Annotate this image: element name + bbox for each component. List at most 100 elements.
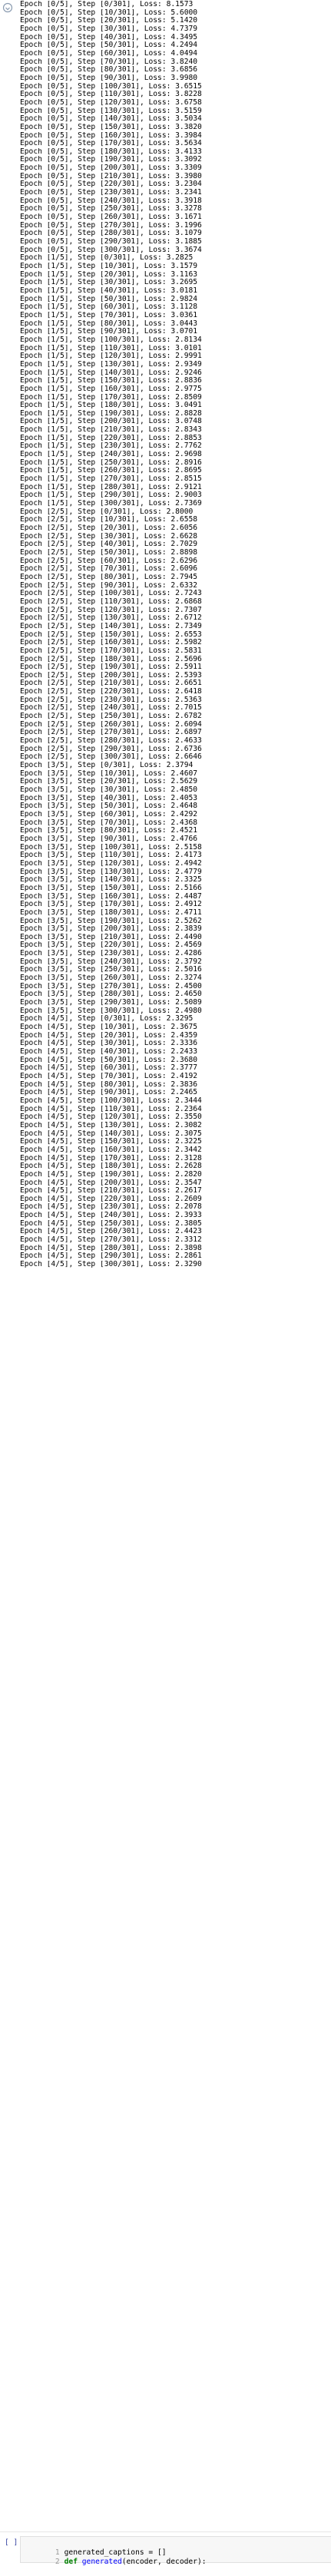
log-line: Epoch [1/5], Step [80/301], Loss: 3.0443	[20, 319, 198, 328]
log-line: Epoch [4/5], Step [210/301], Loss: 2.261…	[20, 1187, 202, 1195]
log-line: Epoch [4/5], Step [140/301], Loss: 2.307…	[20, 1129, 202, 1138]
log-line: Epoch [0/5], Step [140/301], Loss: 3.503…	[20, 115, 202, 124]
log-line: Epoch [0/5], Step [10/301], Loss: 5.6000	[20, 8, 198, 17]
log-line: Epoch [4/5], Step [160/301], Loss: 2.344…	[20, 1146, 202, 1154]
log-line: Epoch [1/5], Step [100/301], Loss: 2.813…	[20, 336, 202, 344]
log-line: Epoch [2/5], Step [130/301], Loss: 2.671…	[20, 614, 202, 623]
log-line: Epoch [3/5], Step [300/301], Loss: 2.498…	[20, 1007, 202, 1015]
log-line: Epoch [4/5], Step [80/301], Loss: 2.3836	[20, 1080, 198, 1089]
log-line: Epoch [1/5], Step [180/301], Loss: 3.049…	[20, 402, 202, 410]
log-line: Epoch [1/5], Step [290/301], Loss: 2.900…	[20, 491, 202, 500]
log-line: Epoch [0/5], Step [240/301], Loss: 3.391…	[20, 197, 202, 205]
log-line: Epoch [2/5], Step [200/301], Loss: 2.539…	[20, 671, 202, 680]
log-line: Epoch [4/5], Step [50/301], Loss: 2.3680	[20, 1056, 198, 1064]
code-cell[interactable]: [ ] 1 generated_captions = [] 2 def genera…	[0, 2536, 331, 2566]
log-line: Epoch [0/5], Step [50/301], Loss: 4.2494	[20, 41, 198, 50]
log-line: Epoch [3/5], Step [140/301], Loss: 2.332…	[20, 876, 202, 885]
log-line: Epoch [2/5], Step [300/301], Loss: 2.664…	[20, 753, 202, 762]
log-line: Epoch [2/5], Step [70/301], Loss: 2.6096	[20, 565, 198, 574]
log-line: Epoch [3/5], Step [290/301], Loss: 2.508…	[20, 999, 202, 1007]
log-line: Epoch [4/5], Step [150/301], Loss: 2.322…	[20, 1138, 202, 1146]
log-line: Epoch [1/5], Step [160/301], Loss: 2.977…	[20, 385, 202, 393]
log-line: Epoch [0/5], Step [110/301], Loss: 3.822…	[20, 91, 202, 99]
log-line: Epoch [0/5], Step [40/301], Loss: 4.3495	[20, 33, 198, 41]
log-line: Epoch [2/5], Step [210/301], Loss: 2.665…	[20, 680, 202, 688]
output-text-area: Epoch [0/5], Step [0/301], Loss: 8.1573 E…	[20, 1, 331, 1269]
log-line: Epoch [2/5], Step [20/301], Loss: 2.6056	[20, 524, 198, 532]
log-line: Epoch [4/5], Step [290/301], Loss: 2.286…	[20, 1252, 202, 1261]
log-line: Epoch [0/5], Step [100/301], Loss: 3.651…	[20, 82, 202, 91]
log-line: Epoch [2/5], Step [160/301], Loss: 2.598…	[20, 639, 202, 647]
log-line: Epoch [0/5], Step [120/301], Loss: 3.675…	[20, 98, 202, 107]
log-line: Epoch [1/5], Step [50/301], Loss: 2.9824	[20, 295, 198, 303]
log-line: Epoch [2/5], Step [50/301], Loss: 2.8898	[20, 548, 198, 557]
log-line: Epoch [0/5], Step [130/301], Loss: 3.515…	[20, 107, 202, 115]
log-line: Epoch [1/5], Step [240/301], Loss: 2.969…	[20, 451, 202, 459]
log-line: Epoch [0/5], Step [190/301], Loss: 3.309…	[20, 156, 202, 164]
code-text: def generated(encoder, decoder):	[64, 2558, 207, 2566]
log-line: Epoch [4/5], Step [30/301], Loss: 2.3336	[20, 1040, 198, 1048]
log-line: Epoch [4/5], Step [190/301], Loss: 2.282…	[20, 1170, 202, 1179]
log-line: Epoch [2/5], Step [10/301], Loss: 2.6558	[20, 516, 198, 524]
log-line: Epoch [2/5], Step [270/301], Loss: 2.689…	[20, 729, 202, 737]
log-line: Epoch [4/5], Step [90/301], Loss: 2.2465	[20, 1089, 198, 1097]
log-line: Epoch [0/5], Step [160/301], Loss: 3.398…	[20, 131, 202, 140]
log-line: Epoch [0/5], Step [90/301], Loss: 3.9980	[20, 74, 198, 82]
log-line: Epoch [2/5], Step [190/301], Loss: 2.591…	[20, 663, 202, 672]
log-line: Epoch [1/5], Step [70/301], Loss: 3.0361	[20, 311, 198, 319]
log-line: Epoch [0/5], Step [0/301], Loss: 8.1573	[20, 1, 194, 8]
log-line: Epoch [4/5], Step [120/301], Loss: 2.355…	[20, 1113, 202, 1122]
log-line: Epoch [0/5], Step [80/301], Loss: 3.6856	[20, 66, 198, 74]
log-line: Epoch [3/5], Step [250/301], Loss: 2.501…	[20, 966, 202, 974]
log-line: Epoch [2/5], Step [290/301], Loss: 2.673…	[20, 745, 202, 753]
log-line: Epoch [2/5], Step [250/301], Loss: 2.678…	[20, 713, 202, 721]
execution-count-prompt: [ ]	[5, 2538, 18, 2547]
log-line: Epoch [1/5], Step [260/301], Loss: 2.869…	[20, 467, 202, 475]
log-line: Epoch [1/5], Step [60/301], Loss: 3.1128	[20, 303, 198, 312]
log-line: Epoch [3/5], Step [30/301], Loss: 2.4850	[20, 786, 198, 794]
log-line: Epoch [1/5], Step [210/301], Loss: 2.834…	[20, 426, 202, 435]
log-line: Epoch [3/5], Step [220/301], Loss: 2.456…	[20, 941, 202, 950]
log-line: Epoch [0/5], Step [70/301], Loss: 3.8240	[20, 58, 198, 66]
log-line: Epoch [0/5], Step [280/301], Loss: 3.107…	[20, 230, 202, 238]
output-collapse-icon[interactable]	[2, 2, 14, 14]
log-line: Epoch [4/5], Step [220/301], Loss: 2.260…	[20, 1195, 202, 1203]
log-line: Epoch [1/5], Step [10/301], Loss: 3.1579	[20, 263, 198, 270]
code-line: 2 def generated(encoder, decoder):	[21, 2548, 331, 2566]
log-line: Epoch [4/5], Step [70/301], Loss: 2.4192	[20, 1072, 198, 1080]
log-line: Epoch [3/5], Step [10/301], Loss: 2.4607	[20, 769, 198, 778]
log-line: Epoch [0/5], Step [170/301], Loss: 3.563…	[20, 140, 202, 148]
log-line: Epoch [1/5], Step [150/301], Loss: 2.883…	[20, 377, 202, 385]
log-line: Epoch [1/5], Step [130/301], Loss: 2.934…	[20, 360, 202, 369]
log-line: Epoch [2/5], Step [180/301], Loss: 2.569…	[20, 655, 202, 663]
log-line: Epoch [3/5], Step [100/301], Loss: 2.515…	[20, 843, 202, 852]
log-line: Epoch [3/5], Step [210/301], Loss: 2.449…	[20, 933, 202, 941]
log-line: Epoch [3/5], Step [70/301], Loss: 2.4368	[20, 818, 198, 827]
log-line: Epoch [1/5], Step [0/301], Loss: 3.2825	[20, 254, 194, 263]
log-line: Epoch [1/5], Step [250/301], Loss: 2.891…	[20, 458, 202, 467]
log-line: Epoch [4/5], Step [110/301], Loss: 2.236…	[20, 1105, 202, 1113]
log-line: Epoch [3/5], Step [80/301], Loss: 2.4521	[20, 827, 198, 835]
log-line: Epoch [4/5], Step [260/301], Loss: 2.442…	[20, 1228, 202, 1236]
log-line: Epoch [3/5], Step [120/301], Loss: 2.494…	[20, 859, 202, 868]
log-line: Epoch [3/5], Step [200/301], Loss: 2.383…	[20, 925, 202, 934]
log-line: Epoch [4/5], Step [20/301], Loss: 2.4359	[20, 1031, 198, 1040]
log-line: Epoch [0/5], Step [30/301], Loss: 4.7379	[20, 25, 198, 33]
log-line: Epoch [0/5], Step [220/301], Loss: 3.230…	[20, 180, 202, 189]
log-line: Epoch [4/5], Step [170/301], Loss: 2.312…	[20, 1154, 202, 1162]
log-line: Epoch [4/5], Step [240/301], Loss: 2.393…	[20, 1212, 202, 1220]
log-line: Epoch [1/5], Step [40/301], Loss: 3.0181	[20, 286, 198, 295]
log-line: Epoch [4/5], Step [300/301], Loss: 2.329…	[20, 1261, 202, 1269]
log-line: Epoch [3/5], Step [60/301], Loss: 2.4292	[20, 810, 198, 818]
log-line: Epoch [1/5], Step [200/301], Loss: 3.074…	[20, 418, 202, 426]
log-line: Epoch [1/5], Step [20/301], Loss: 3.1163	[20, 270, 198, 279]
log-line: Epoch [2/5], Step [240/301], Loss: 2.701…	[20, 704, 202, 713]
log-line: Epoch [2/5], Step [100/301], Loss: 2.724…	[20, 590, 202, 598]
log-line: Epoch [3/5], Step [90/301], Loss: 2.4766	[20, 835, 198, 843]
log-line: Epoch [0/5], Step [180/301], Loss: 3.413…	[20, 147, 202, 156]
log-line: Epoch [3/5], Step [130/301], Loss: 2.477…	[20, 868, 202, 876]
log-line: Epoch [4/5], Step [60/301], Loss: 2.3777	[20, 1064, 198, 1073]
code-editor[interactable]: 1 generated_captions = [] 2 def generated(…	[20, 2536, 331, 2566]
log-line: Epoch [2/5], Step [280/301], Loss: 2.463…	[20, 737, 202, 746]
log-line: Epoch [3/5], Step [190/301], Loss: 2.526…	[20, 917, 202, 925]
